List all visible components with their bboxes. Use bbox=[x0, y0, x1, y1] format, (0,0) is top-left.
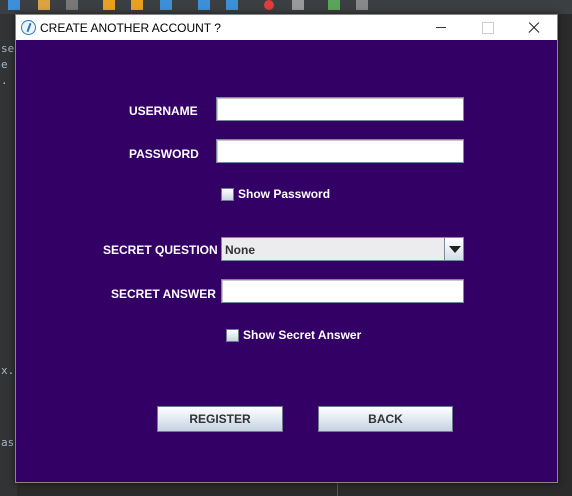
secret-answer-input[interactable] bbox=[221, 279, 464, 303]
download-icon[interactable] bbox=[131, 0, 143, 10]
password-label: PASSWORD bbox=[129, 147, 199, 161]
code-fragment: se bbox=[1, 42, 15, 55]
password-input[interactable] bbox=[216, 139, 464, 163]
run-arrow-icon[interactable] bbox=[8, 0, 20, 10]
comment-icon[interactable] bbox=[328, 0, 340, 10]
upload-icon[interactable] bbox=[103, 0, 115, 10]
screen: se e . x. as CREATE ANOTHER ACCOUNT ? US… bbox=[0, 0, 572, 496]
checkbox-box[interactable] bbox=[226, 329, 239, 342]
username-input[interactable] bbox=[216, 97, 464, 121]
create-account-dialog: CREATE ANOTHER ACCOUNT ? USERNAME PASSWO… bbox=[15, 14, 558, 483]
form-panel: USERNAME PASSWORD Show Password SECRET Q… bbox=[16, 40, 557, 482]
show-password-label: Show Password bbox=[238, 187, 331, 201]
format-icon[interactable] bbox=[356, 0, 368, 10]
java-app-icon bbox=[21, 20, 36, 35]
checkbox-box[interactable] bbox=[221, 188, 234, 201]
chevron-down-icon[interactable] bbox=[444, 238, 463, 260]
secret-question-label: SECRET QUESTION bbox=[103, 243, 218, 257]
show-secret-answer-checkbox[interactable]: Show Secret Answer bbox=[226, 328, 386, 343]
show-password-checkbox[interactable]: Show Password bbox=[221, 187, 351, 202]
minimize-button[interactable] bbox=[418, 15, 464, 40]
forward-arrow-icon[interactable] bbox=[226, 0, 238, 10]
back-button[interactable]: BACK bbox=[318, 406, 453, 432]
close-button[interactable] bbox=[510, 15, 556, 40]
code-fragment: x. bbox=[1, 364, 15, 377]
build-icon[interactable] bbox=[38, 0, 50, 10]
code-fragment: as bbox=[1, 436, 15, 449]
register-button[interactable]: REGISTER bbox=[157, 406, 283, 432]
step-icon[interactable] bbox=[160, 0, 172, 10]
record-icon[interactable] bbox=[264, 0, 274, 10]
code-fragment: e bbox=[1, 58, 8, 71]
code-fragment: . bbox=[1, 74, 8, 87]
secret-question-selected: None bbox=[225, 243, 255, 257]
username-label: USERNAME bbox=[129, 104, 198, 118]
title-bar[interactable]: CREATE ANOTHER ACCOUNT ? bbox=[16, 15, 557, 40]
secret-question-dropdown[interactable]: None bbox=[221, 237, 464, 261]
secret-answer-label: SECRET ANSWER bbox=[111, 287, 216, 301]
clean-icon[interactable] bbox=[66, 0, 78, 10]
show-secret-answer-label: Show Secret Answer bbox=[243, 328, 362, 342]
window-title: CREATE ANOTHER ACCOUNT ? bbox=[40, 21, 221, 35]
stop-icon[interactable] bbox=[292, 0, 304, 10]
back-arrow-icon[interactable] bbox=[198, 0, 210, 10]
maximize-button[interactable] bbox=[464, 15, 510, 40]
ide-toolbar bbox=[0, 0, 572, 14]
